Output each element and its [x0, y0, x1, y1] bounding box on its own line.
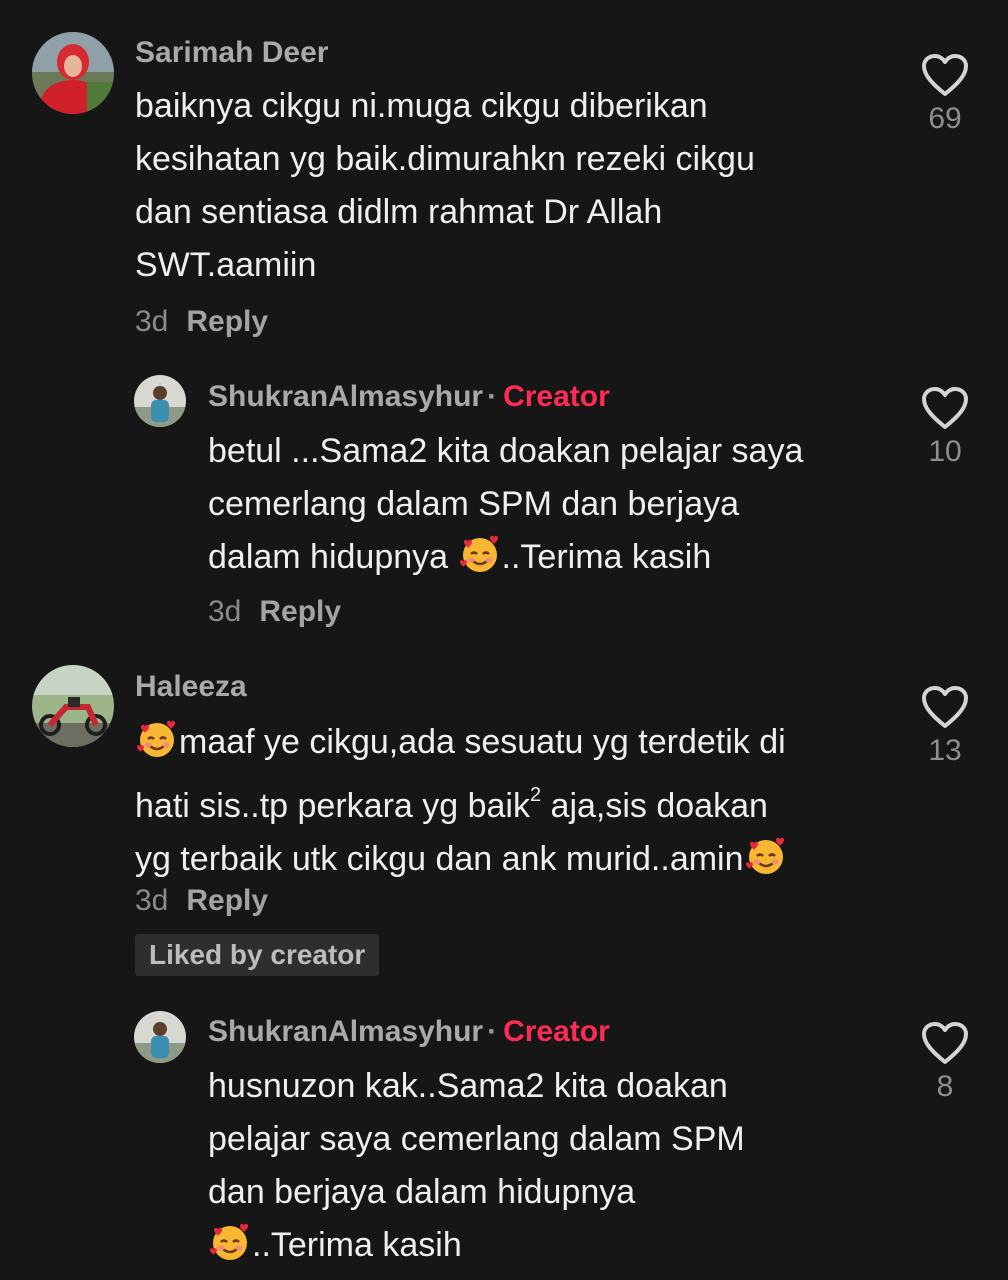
text-segment: ..Terima kasih: [252, 1226, 462, 1264]
comment-username[interactable]: Haleeza: [135, 670, 247, 704]
smiling-face-with-hearts-emoji: [458, 532, 502, 576]
like-button[interactable]: 69: [915, 52, 975, 136]
heart-outline-icon: [922, 54, 968, 96]
text-segment: dalam hidupnya: [208, 538, 458, 576]
superscript: 2: [529, 784, 542, 806]
text-segment: maaf ye cikgu,ada sesuatu yg terdetik di: [179, 723, 786, 761]
comment-text-line: baiknya cikgu ni.muga cikgu diberikan: [135, 87, 708, 125]
text-segment: ..Terima kasih: [501, 538, 712, 576]
comment-text-line: kesihatan yg baik.dimurahkn rezeki cikgu: [135, 140, 755, 178]
comment-text-line: betul ...Sama2 kita doakan pelajar saya: [208, 432, 804, 470]
comment-timestamp: 3d: [135, 305, 169, 338]
creator-username[interactable]: ShukranAlmasyhur: [208, 380, 483, 413]
like-button[interactable]: 10: [915, 385, 975, 469]
reply-button[interactable]: Reply: [259, 595, 341, 628]
text-segment: hati sis..tp perkara yg baik: [135, 787, 530, 825]
text-segment: yg terbaik utk cikgu dan ank murid..amin: [135, 840, 744, 878]
comment-text: maaf ye cikgu,ada sesuatu yg terdetik di…: [135, 716, 788, 886]
comment-text-line: yg terbaik utk cikgu dan ank murid..amin: [135, 833, 788, 886]
reply-username: ShukranAlmasyhur · Creator: [208, 1015, 610, 1049]
like-count: 13: [928, 734, 962, 767]
reply-text: husnuzon kak..Sama2 kita doakan pelajar …: [208, 1060, 745, 1272]
creator-badge: Creator: [503, 380, 610, 413]
comment-username[interactable]: Sarimah Deer: [135, 36, 328, 70]
comment-text-line: pelajar saya cemerlang dalam SPM: [208, 1120, 745, 1158]
smiling-face-with-hearts-emoji: [744, 834, 788, 878]
avatar[interactable]: [32, 665, 114, 747]
comment-text-line: husnuzon kak..Sama2 kita doakan: [208, 1067, 728, 1105]
like-count: 8: [936, 1070, 954, 1103]
creator-username[interactable]: ShukranAlmasyhur: [208, 1015, 483, 1048]
comment-timestamp: 3d: [135, 884, 169, 917]
comment-meta: 3d Reply: [135, 305, 268, 339]
comment-text-line: hati sis..tp perkara yg baik2 aja,sis do…: [135, 769, 788, 833]
comment-meta: 3d Reply: [208, 595, 341, 629]
avatar[interactable]: [134, 375, 186, 427]
avatar[interactable]: [32, 32, 114, 114]
reply-button[interactable]: Reply: [186, 884, 268, 917]
heart-outline-icon: [922, 387, 968, 429]
comment-text: baiknya cikgu ni.muga cikgu diberikan ke…: [135, 80, 755, 292]
comment-text-line: ..Terima kasih: [208, 1219, 745, 1272]
liked-by-creator-badge: Liked by creator: [135, 934, 380, 976]
like-count: 10: [928, 435, 962, 468]
comment-timestamp: 3d: [208, 595, 242, 628]
reply-text: betul ...Sama2 kita doakan pelajar saya …: [208, 425, 803, 584]
like-count: 69: [928, 102, 962, 135]
comment-text-line: dan berjaya dalam hidupnya: [208, 1173, 636, 1211]
separator-dot: ·: [487, 1015, 498, 1048]
like-button[interactable]: 13: [915, 684, 975, 768]
comment-text-line: dan sentiasa didlm rahmat Dr Allah: [135, 193, 663, 231]
reply-button[interactable]: Reply: [186, 305, 268, 338]
smiling-face-with-hearts-emoji: [135, 717, 179, 761]
separator-dot: ·: [487, 380, 498, 413]
heart-outline-icon: [922, 686, 968, 728]
comment-text-line: cemerlang dalam SPM dan berjaya: [208, 485, 740, 523]
like-button[interactable]: 8: [915, 1020, 975, 1104]
smiling-face-with-hearts-emoji: [208, 1220, 252, 1264]
comments-list: Sarimah Deer baiknya cikgu ni.muga cikgu…: [0, 0, 1008, 1280]
comment-text-line: dalam hidupnya ..Terima kasih: [208, 531, 803, 584]
comment-text-line: SWT.aamiin: [135, 246, 317, 284]
comment-text-line: maaf ye cikgu,ada sesuatu yg terdetik di: [135, 716, 788, 769]
text-segment: aja,sis doakan: [541, 787, 768, 825]
creator-badge: Creator: [503, 1015, 610, 1048]
heart-outline-icon: [922, 1022, 968, 1064]
comment-meta: 3d Reply: [135, 884, 268, 918]
avatar[interactable]: [134, 1011, 186, 1063]
reply-username: ShukranAlmasyhur · Creator: [208, 380, 610, 414]
